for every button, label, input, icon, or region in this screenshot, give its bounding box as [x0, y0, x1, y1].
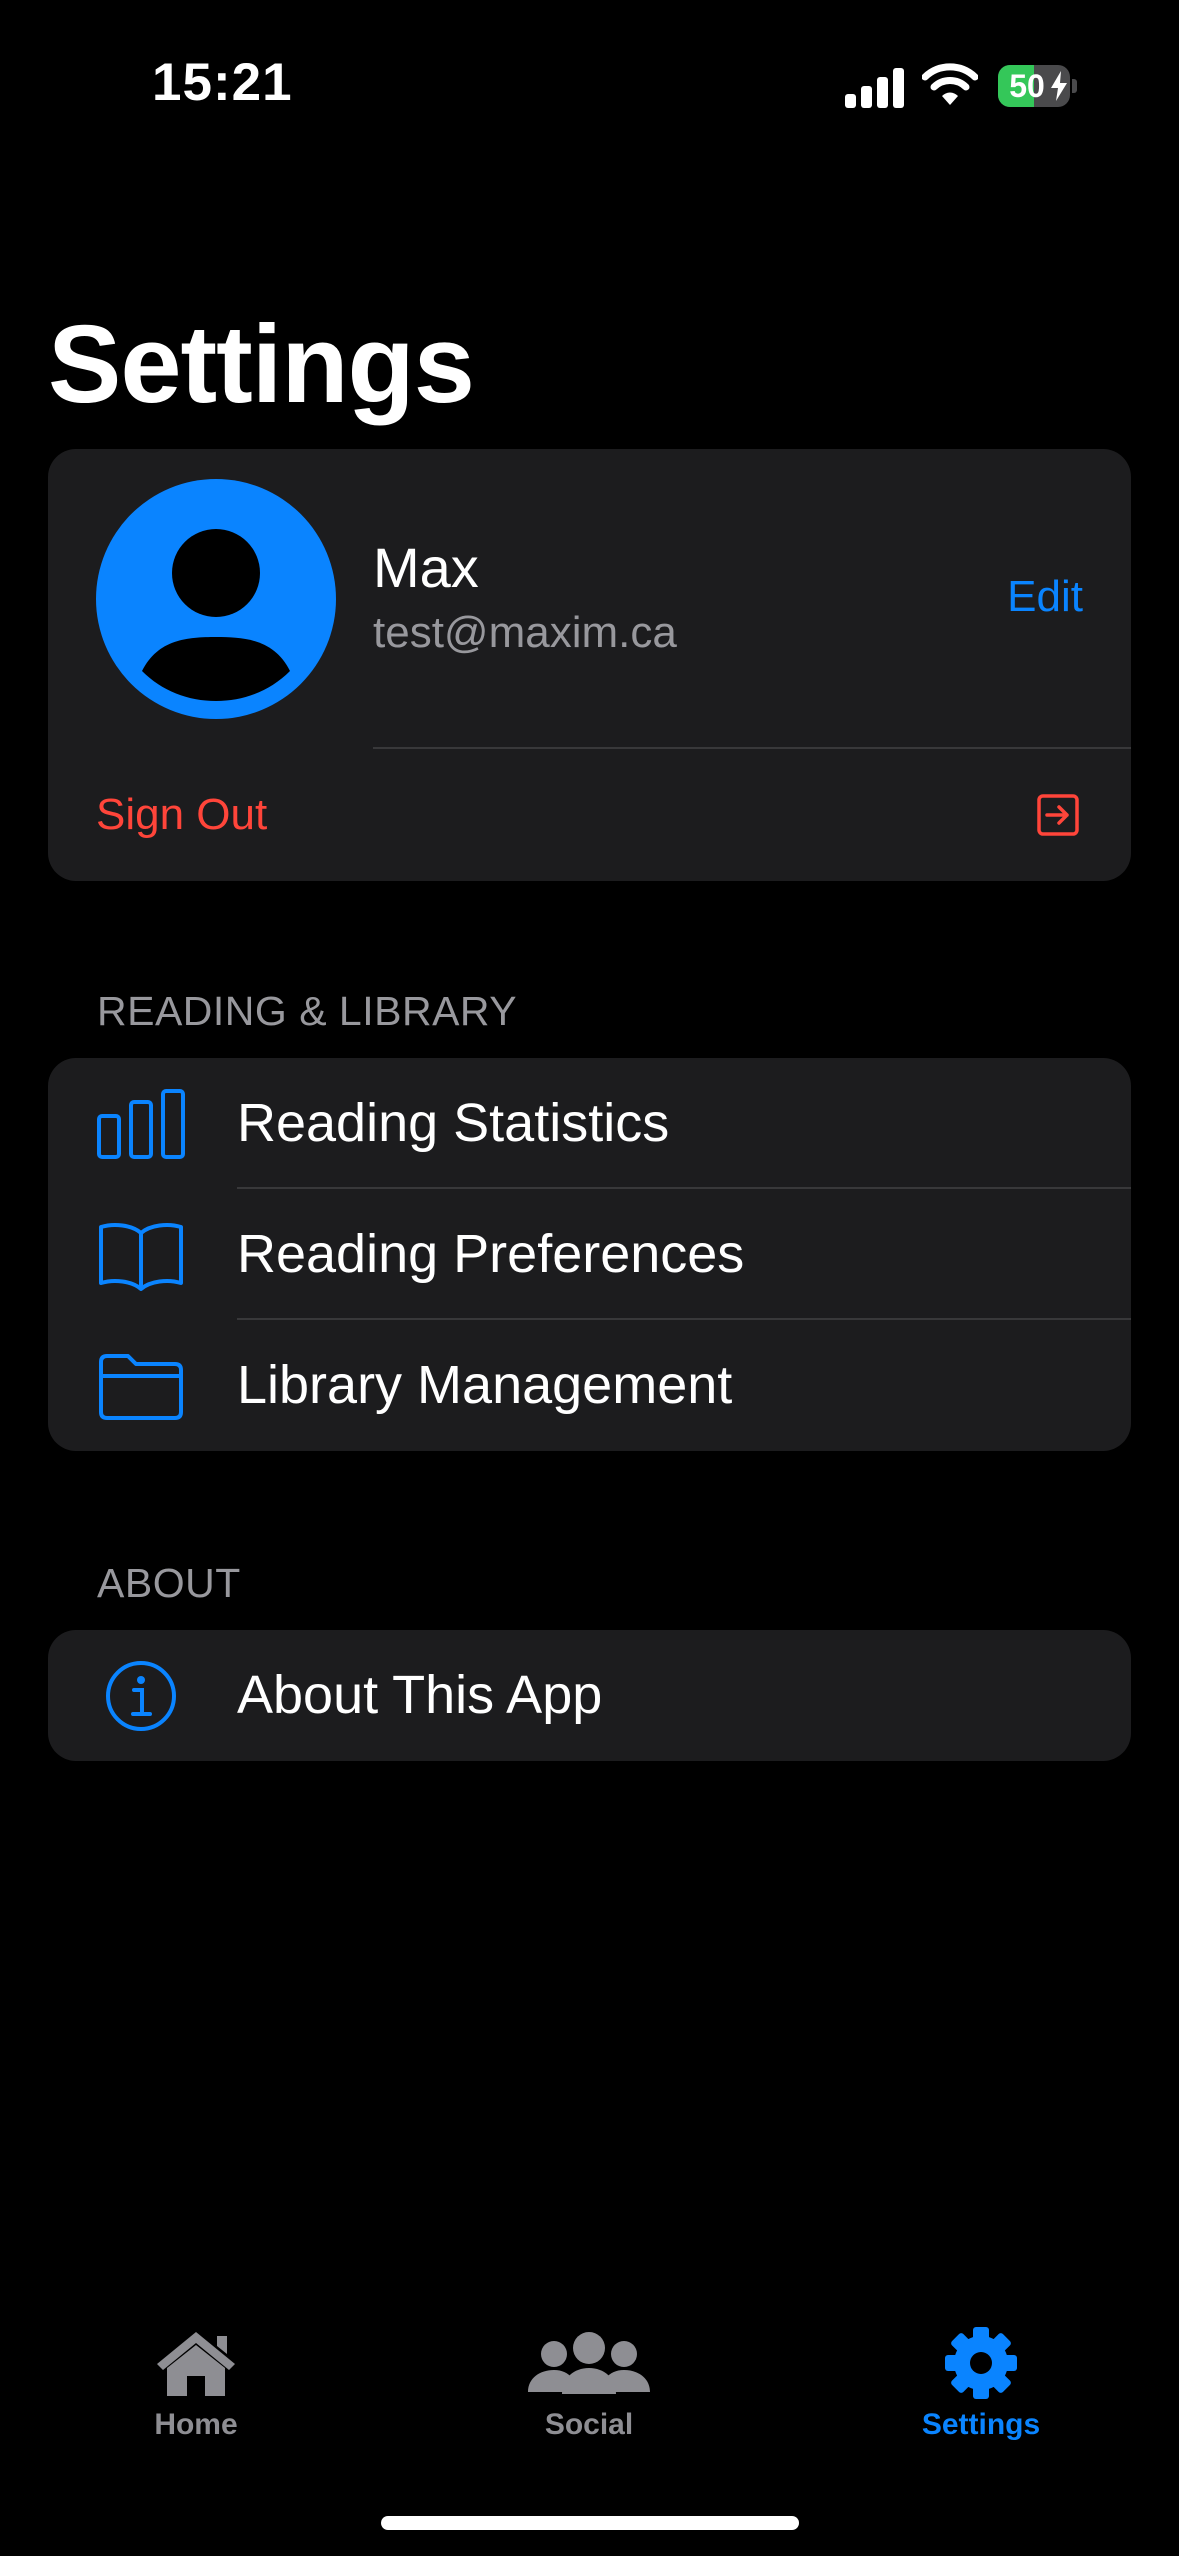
battery-icon: 50 [998, 65, 1078, 107]
row-label: About This App [237, 1665, 603, 1725]
profile-card: Max test@maxim.ca Edit Sign Out [48, 449, 1131, 881]
folder-icon [99, 1354, 183, 1420]
reading-library-group: Reading Statistics Reading Preferences L… [48, 1058, 1131, 1451]
row-label: Reading Statistics [237, 1093, 670, 1153]
bar-chart-icon [97, 1089, 185, 1159]
row-reading-preferences[interactable]: Reading Preferences [48, 1189, 1131, 1320]
avatar[interactable] [96, 479, 336, 719]
open-book-icon [99, 1223, 183, 1291]
profile-name: Max [373, 536, 479, 599]
sign-out-icon[interactable] [1036, 793, 1080, 837]
tab-home[interactable]: Home [76, 2326, 316, 2442]
person-icon [142, 529, 290, 701]
profile-email: test@maxim.ca [373, 608, 677, 657]
status-time: 15:21 [152, 53, 293, 112]
charging-bolt-icon [1051, 71, 1067, 101]
row-label: Library Management [237, 1355, 733, 1415]
house-icon [157, 2332, 235, 2396]
page-title: Settings [48, 303, 475, 426]
section-header-reading-library: READING & LIBRARY [97, 988, 518, 1034]
people-icon [528, 2332, 650, 2394]
battery-percent: 50 [1009, 68, 1045, 104]
row-label: Reading Preferences [237, 1224, 745, 1284]
tab-social[interactable]: Social [469, 2326, 709, 2442]
home-indicator[interactable] [381, 2516, 799, 2530]
tab-label: Home [154, 2408, 238, 2441]
tab-label: Social [544, 2408, 634, 2441]
edit-profile-button[interactable]: Edit [1007, 569, 1083, 625]
gear-icon [945, 2327, 1017, 2399]
section-header-about: ABOUT [97, 1560, 241, 1606]
row-about-this-app[interactable]: About This App [48, 1630, 1131, 1761]
tab-settings[interactable]: Settings [861, 2326, 1101, 2442]
sign-out-button[interactable]: Sign Out [96, 787, 267, 843]
row-library-management[interactable]: Library Management [48, 1320, 1131, 1451]
cellular-signal-icon [845, 68, 905, 108]
row-reading-statistics[interactable]: Reading Statistics [48, 1058, 1131, 1189]
tab-label: Settings [921, 2408, 1041, 2441]
profile-divider [373, 747, 1131, 749]
about-group: About This App [48, 1630, 1131, 1761]
info-circle-icon [106, 1661, 176, 1731]
wifi-icon [921, 62, 979, 108]
